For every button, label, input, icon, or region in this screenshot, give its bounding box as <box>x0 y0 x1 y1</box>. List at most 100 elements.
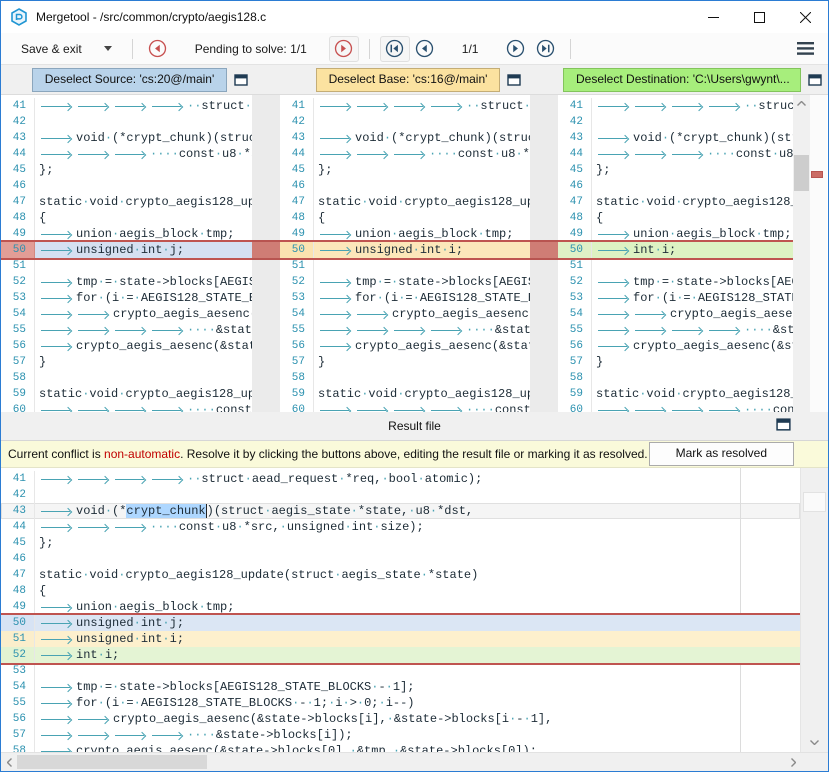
line-number: 60 <box>1 402 35 412</box>
maximize-pane-icon[interactable] <box>507 73 522 87</box>
deselect-destination-button[interactable]: Deselect Destination: 'C:\Users\gwynt\..… <box>563 68 801 92</box>
panes-vertical-scrollbar[interactable] <box>793 95 810 412</box>
last-difference-icon <box>536 39 555 58</box>
result-header: Result file <box>1 412 828 441</box>
line-number: 55 <box>1 322 35 338</box>
deselect-base-button[interactable]: Deselect Base: 'cs:16@/main' <box>316 68 501 92</box>
line-number: 42 <box>1 487 35 503</box>
scroll-right-icon[interactable] <box>785 753 801 771</box>
code-line: 41··struct·aead_request·*req,·bool·atomi… <box>1 471 800 487</box>
code-line: 41··struct·aead_request·*req,·bool·atomi… <box>558 98 793 114</box>
code-line: 60····const·union·aegis_block·*msg, <box>280 402 530 412</box>
code-line: 50int·i; <box>558 242 793 258</box>
deselect-source-button[interactable]: Deselect Source: 'cs:20@/main' <box>32 68 228 92</box>
first-difference-icon <box>385 39 404 58</box>
mark-as-resolved-button[interactable]: Mark as resolved <box>649 442 794 466</box>
code-line: 45}; <box>558 162 793 178</box>
line-number: 41 <box>1 98 35 114</box>
prev-conflict-button[interactable] <box>143 36 173 62</box>
code-line: 46 <box>1 551 800 567</box>
code-line: 54crypto_aegis_aesenc(&state->blocks[i],… <box>558 306 793 322</box>
minimize-button[interactable] <box>690 1 736 33</box>
line-number: 55 <box>280 322 314 338</box>
code-line: 56crypto_aegis_aesenc(&state->blocks[0],… <box>280 338 530 354</box>
line-number: 43 <box>1 130 35 146</box>
code-line: 54crypto_aegis_aesenc(&state->blocks[i],… <box>280 306 530 322</box>
code-line: 43void·(*crypt_chunk)(struct·aegis_state… <box>280 130 530 146</box>
line-number: 55 <box>1 695 35 711</box>
next-difference-button[interactable] <box>500 36 530 62</box>
line-number: 54 <box>280 306 314 322</box>
code-line: 48{ <box>1 583 800 599</box>
scroll-left-icon[interactable] <box>1 753 17 771</box>
scroll-down-icon[interactable] <box>801 734 828 750</box>
menu-button[interactable] <box>797 42 814 55</box>
code-line: 51unsigned·int·i; <box>1 631 800 647</box>
app-logo-icon <box>10 8 28 26</box>
code-line: 58crypto_aegis_aesenc(&state->blocks[0],… <box>1 743 800 752</box>
pane-source: 41··struct·aead_request·*req,·bool·atomi… <box>1 95 252 412</box>
code-line: 56crypto_aegis_aesenc(&state->blocks[0],… <box>558 338 793 354</box>
scrollbar-thumb[interactable] <box>794 155 809 191</box>
last-difference-button[interactable] <box>530 36 560 62</box>
line-number: 48 <box>1 210 35 226</box>
code-line: 55····&state->blocks[i]); <box>558 322 793 338</box>
code-line: 56crypto_aegis_aesenc(&state->blocks[i],… <box>1 711 800 727</box>
line-number: 50 <box>558 242 592 258</box>
line-number: 48 <box>558 210 592 226</box>
conflict-connector <box>252 240 280 260</box>
toolbar: Save & exit Pending to solve: 1/1 1/1 <box>1 33 828 65</box>
line-number: 60 <box>280 402 314 412</box>
non-automatic-label: non-automatic <box>104 447 180 461</box>
code-line: 51 <box>558 258 793 274</box>
next-conflict-icon <box>334 39 353 58</box>
maximize-result-icon[interactable] <box>776 417 792 432</box>
result-body: 41··struct·aead_request·*req,·bool·atomi… <box>1 468 828 752</box>
line-number: 45 <box>280 162 314 178</box>
code-line: 59static·void·crypto_aegis128_update_a(s… <box>280 386 530 402</box>
conflict-marker[interactable] <box>811 171 823 178</box>
line-number: 42 <box>1 114 35 130</box>
gutter-base-destination <box>530 95 558 412</box>
result-horizontal-scrollbar[interactable] <box>1 752 828 771</box>
maximize-button[interactable] <box>736 1 782 33</box>
scrollbar-thumb[interactable] <box>803 492 826 512</box>
code-line: 47static·void·crypto_aegis128_update(str… <box>280 194 530 210</box>
line-number: 59 <box>280 386 314 402</box>
overview-ruler[interactable] <box>810 95 827 412</box>
maximize-pane-icon[interactable] <box>234 73 249 87</box>
next-conflict-button[interactable] <box>329 36 359 62</box>
line-number: 47 <box>1 194 35 210</box>
code-line: 53for·(i·=·AEGIS128_STATE_BLOCKS·-·1;·i·… <box>558 290 793 306</box>
code-line: 42 <box>1 487 800 503</box>
result-editor[interactable]: 41··struct·aead_request·*req,·bool·atomi… <box>1 468 800 752</box>
code-line: 41··struct·aead_request·*req,·bool·atomi… <box>1 98 252 114</box>
code-line: 59static·void·crypto_aegis128_update_a(s… <box>558 386 793 402</box>
code-line: 58 <box>280 370 530 386</box>
line-number: 56 <box>280 338 314 354</box>
code-line: 47static·void·crypto_aegis128_update(str… <box>1 194 252 210</box>
code-line: 55····&state->blocks[i]); <box>280 322 530 338</box>
maximize-pane-icon[interactable] <box>808 73 823 87</box>
code-line: 57····&state->blocks[i]); <box>1 727 800 743</box>
result-vertical-scrollbar[interactable] <box>800 468 828 752</box>
first-difference-button[interactable] <box>380 36 410 62</box>
line-number: 56 <box>1 338 35 354</box>
code-line: 43void·(*crypt_chunk)(struct·aegis_state… <box>1 130 252 146</box>
prev-conflict-icon <box>148 39 167 58</box>
prev-difference-button[interactable] <box>410 36 440 62</box>
toolbar-separator <box>132 39 133 59</box>
code-line: 49union·aegis_block·tmp; <box>558 226 793 242</box>
code-line: 42 <box>558 114 793 130</box>
conflict-message: Current conflict is non-automatic. Resol… <box>8 447 648 461</box>
line-number: 56 <box>558 338 592 354</box>
code-line: 44····const·u8·*src,·unsigned·int·size); <box>558 146 793 162</box>
scrollbar-thumb[interactable] <box>17 755 207 769</box>
scroll-up-icon[interactable] <box>793 95 810 111</box>
line-number: 44 <box>1 146 35 162</box>
save-exit-button[interactable]: Save & exit <box>1 33 122 64</box>
line-number: 58 <box>558 370 592 386</box>
close-button[interactable] <box>782 1 828 33</box>
toolbar-separator <box>570 39 571 59</box>
scrollbar-track[interactable] <box>17 753 785 771</box>
